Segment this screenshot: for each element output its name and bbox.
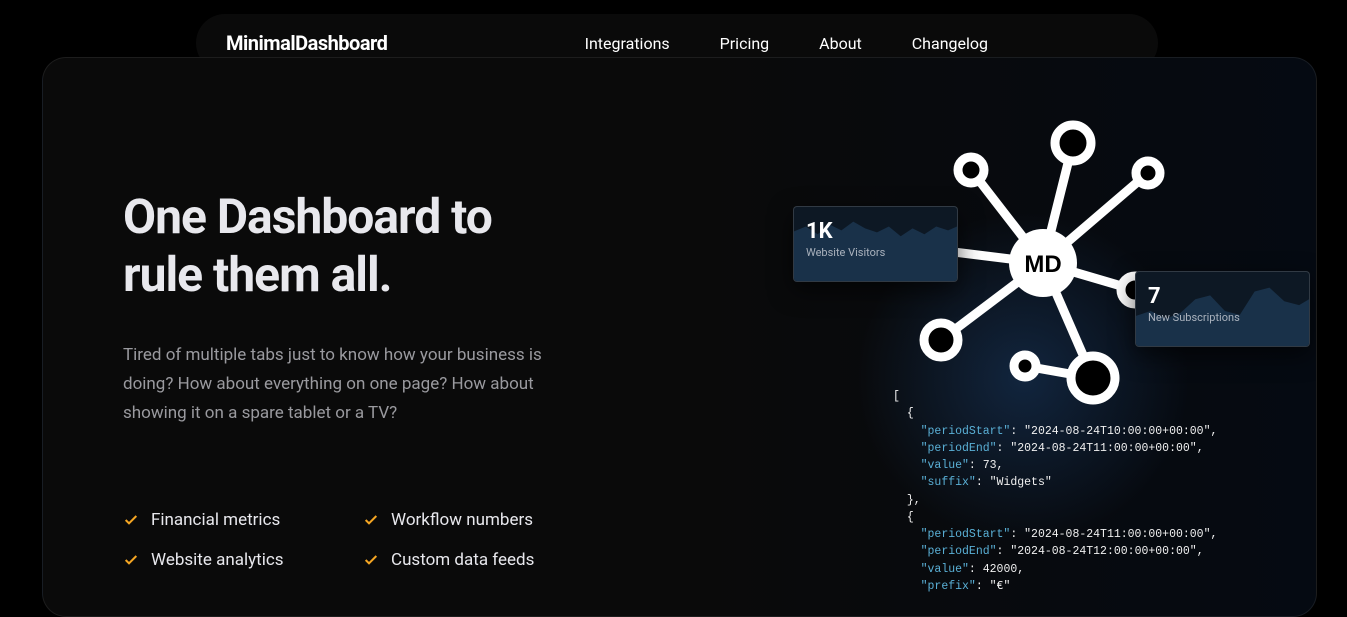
check-icon xyxy=(363,512,379,528)
nav-pricing[interactable]: Pricing xyxy=(720,34,770,53)
feature-label: Financial metrics xyxy=(151,510,280,530)
feature-analytics: Website analytics xyxy=(123,550,363,570)
hero-subtext: Tired of multiple tabs just to know how … xyxy=(123,341,583,428)
widget-new-subscriptions: 7 New Subscriptions xyxy=(1135,271,1310,347)
check-icon xyxy=(123,552,139,568)
check-icon xyxy=(123,512,139,528)
hero-content: One Dashboard to rule them all. Tired of… xyxy=(123,188,613,570)
feature-label: Website analytics xyxy=(151,550,284,570)
network-badge-text: MD xyxy=(1024,251,1061,278)
widget-website-visitors: 1K Website Visitors xyxy=(793,206,958,282)
feature-label: Custom data feeds xyxy=(391,550,534,570)
widget-value: 1K xyxy=(806,219,945,244)
feature-financial: Financial metrics xyxy=(123,510,363,530)
feature-workflow: Workflow numbers xyxy=(363,510,603,530)
headline-line-1: One Dashboard to xyxy=(123,188,492,245)
feature-label: Workflow numbers xyxy=(391,510,533,530)
nav-links: Integrations Pricing About Changelog xyxy=(585,34,988,53)
widget-value: 7 xyxy=(1148,284,1297,309)
widget-label: Website Visitors xyxy=(806,246,945,259)
nav-about[interactable]: About xyxy=(819,34,862,53)
hero-headline: One Dashboard to rule them all. xyxy=(123,188,613,303)
hero-panel: One Dashboard to rule them all. Tired of… xyxy=(42,57,1317,617)
json-code-sample: [ { "periodStart": "2024-08-24T10:00:00+… xyxy=(893,388,1183,595)
hero-visual: MD 1K Website Visitors 7 New Subscriptio… xyxy=(693,58,1317,617)
feature-custom: Custom data feeds xyxy=(363,550,603,570)
check-icon xyxy=(363,552,379,568)
brand-logo[interactable]: MinimalDashboard xyxy=(226,31,387,55)
headline-line-2: rule them all. xyxy=(123,246,392,303)
nav-integrations[interactable]: Integrations xyxy=(585,34,670,53)
feature-list: Financial metrics Workflow numbers Websi… xyxy=(123,510,613,570)
widget-label: New Subscriptions xyxy=(1148,311,1297,324)
nav-changelog[interactable]: Changelog xyxy=(912,34,988,53)
